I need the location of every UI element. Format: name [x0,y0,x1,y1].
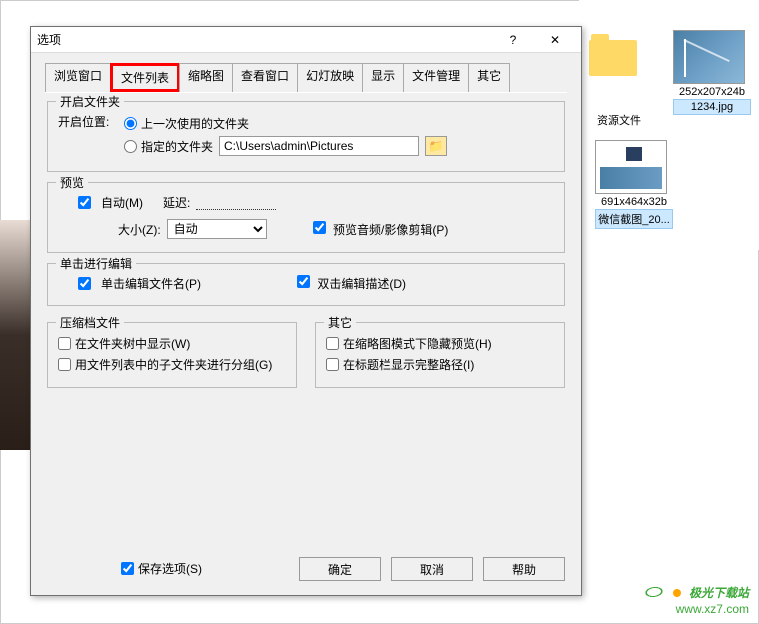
radio-label: 上一次使用的文件夹 [141,115,249,132]
delay-input[interactable] [196,195,276,210]
dialog-body: 浏览窗口 文件列表 缩略图 查看窗口 幻灯放映 显示 文件管理 其它 开启文件夹… [31,53,581,408]
thumbnail-size-label: 252x207x24b [673,86,751,98]
size-label: 大小(Z): [118,221,161,238]
watermark-brand-text: 极光下载站 [689,586,749,600]
portrait-image [0,220,30,450]
group-open-folder: 开启文件夹 开启位置: 上一次使用的文件夹 指定的文件夹 [47,101,565,172]
auto-checkbox[interactable] [78,196,91,209]
cancel-button[interactable]: 取消 [391,557,473,581]
dialog-title: 选项 [37,31,493,48]
single-click-checkbox[interactable] [78,277,91,290]
thumbnail-item[interactable]: 252x207x24b 1234.jpg [673,30,751,115]
help-button[interactable]: 帮助 [483,557,565,581]
tab-thumbnails[interactable]: 缩略图 [179,63,233,92]
group-title: 其它 [324,314,356,331]
radio-specified-folder[interactable] [124,140,137,153]
browse-button[interactable]: 📁 [425,136,447,156]
group-title: 压缩档文件 [56,314,124,331]
path-input[interactable] [219,136,419,156]
group-subfolders-label: 用文件列表中的子文件夹进行分组(G) [75,356,272,373]
tab-file-list[interactable]: 文件列表 [110,63,180,92]
double-click-checkbox[interactable] [297,275,310,288]
group-preview: 预览 自动(M) 延迟: 大小(Z): 自动 预览音频/影像剪辑(P) [47,182,565,253]
save-option-checkbox[interactable] [121,562,134,575]
save-option-row: 保存选项(S) [121,560,202,577]
tab-file-management[interactable]: 文件管理 [403,63,469,92]
thumbnail-image [595,140,667,194]
ok-button[interactable]: 确定 [299,557,381,581]
auto-label: 自动(M) [101,194,143,211]
group-subfolders-checkbox[interactable] [58,358,71,371]
tab-slideshow[interactable]: 幻灯放映 [297,63,363,92]
location-label: 开启位置: [58,113,118,130]
save-option-label: 保存选项(S) [138,560,202,577]
show-in-tree-label: 在文件夹树中显示(W) [75,335,190,352]
group-archive: 压缩档文件 在文件夹树中显示(W) 用文件列表中的子文件夹进行分组(G) [47,322,297,388]
group-title: 单击进行编辑 [56,255,136,272]
dialog-buttons: 确定 取消 帮助 [299,557,565,581]
hide-preview-label: 在缩略图模式下隐藏预览(H) [343,335,492,352]
dialog-titlebar: 选项 ? ✕ [31,27,581,53]
thumbnail-filename: 1234.jpg [673,99,751,115]
show-in-tree-checkbox[interactable] [58,337,71,350]
watermark-swoosh-icon [640,585,668,599]
close-button[interactable]: ✕ [535,29,575,51]
tabs-row: 浏览窗口 文件列表 缩略图 查看窗口 幻灯放映 显示 文件管理 其它 [45,63,567,93]
hide-preview-checkbox[interactable] [326,337,339,350]
tab-browse-window[interactable]: 浏览窗口 [45,63,111,92]
help-button[interactable]: ? [493,29,533,51]
group-other: 其它 在缩略图模式下隐藏预览(H) 在标题栏显示完整路径(I) [315,322,565,388]
watermark-dot-icon [673,589,681,597]
folder-small-icon: 📁 [429,139,444,153]
thumbnail-filename: 微信截图_20... [595,209,673,229]
show-full-path-checkbox[interactable] [326,358,339,371]
watermark-url: www.xz7.com [642,602,749,616]
folder-icon[interactable] [589,40,639,80]
radio-last-folder[interactable] [124,117,137,130]
show-full-path-label: 在标题栏显示完整路径(I) [343,356,474,373]
thumbnail-size-label: 691x464x32b [595,196,673,208]
preview-av-label: 预览音频/影像剪辑(P) [333,223,448,237]
tab-view-window[interactable]: 查看窗口 [232,63,298,92]
single-click-label: 单击编辑文件名(P) [101,275,201,292]
group-click-edit: 单击进行编辑 单击编辑文件名(P) 双击编辑描述(D) [47,263,565,306]
group-title: 开启文件夹 [56,93,124,110]
delay-label: 延迟: [163,194,190,211]
preview-av-checkbox[interactable] [313,221,326,234]
folder-label: 资源文件 [584,112,654,128]
thumbnail-image [673,30,745,84]
thumbnail-item[interactable]: 691x464x32b 微信截图_20... [595,140,673,229]
options-dialog: 选项 ? ✕ 浏览窗口 文件列表 缩略图 查看窗口 幻灯放映 显示 文件管理 其… [30,26,582,596]
double-click-label: 双击编辑描述(D) [317,277,406,291]
tab-display[interactable]: 显示 [362,63,404,92]
tab-other[interactable]: 其它 [468,63,510,92]
radio-label: 指定的文件夹 [141,138,213,155]
group-title: 预览 [56,174,88,191]
size-select[interactable]: 自动 [167,219,267,239]
watermark: 极光下载站 www.xz7.com [642,581,749,616]
